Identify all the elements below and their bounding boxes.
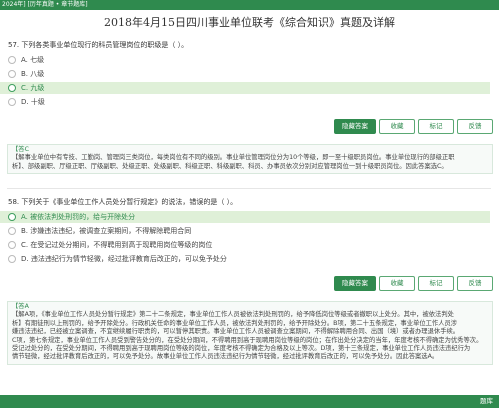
option-label: A. 被依法判处刑罚的，给与开除处分 bbox=[21, 213, 136, 221]
explanation-line: 情节轻微，经过批评教育后改正的，可以免予处分。故事业单位工作人员违法违纪行为情节… bbox=[12, 353, 439, 361]
explanation-line: 【解事业单位中有专技、工勤岗、管理岗三类岗位，每类岗位有不同的级别。事业单位管理… bbox=[12, 154, 455, 162]
explanation-line: 析】、部级副职、厅级正职、厅级副职、处级正职、处级副职、科级正职、科级副职、科员… bbox=[12, 162, 448, 170]
option-label: C. 在受记过处分期间，不得聘用到高于现聘用岗位等级的岗位 bbox=[21, 241, 213, 249]
option-label: C. 九级 bbox=[21, 84, 45, 92]
radio-icon[interactable] bbox=[8, 56, 16, 64]
answer-tag: 【答A bbox=[12, 303, 29, 310]
divider bbox=[7, 188, 491, 189]
breadcrumb: 2024年] [历年真题 • 章节题库] bbox=[2, 1, 88, 8]
mark-button[interactable]: 标记 bbox=[418, 119, 454, 134]
radio-icon[interactable] bbox=[8, 255, 16, 263]
explanation-line: 析】有期徒刑以上刑罚的，给予开除处分。行政机关任命的事业单位工作人员，被依法判处… bbox=[12, 319, 458, 327]
favorite-button[interactable]: 收藏 bbox=[379, 276, 415, 291]
option-d[interactable]: D. 违法违纪行为情节轻微，经过批评教育后改正的，可以免予处分 bbox=[0, 253, 490, 265]
explanation-line: 嫌违法违纪，已经被立案调查，不宜继续履行职责的，可以暂停其职责。事业单位工作人员… bbox=[12, 328, 460, 336]
question-toolbar: 隐藏答案 收藏 标记 反馈 bbox=[0, 119, 499, 134]
explanation-line: 【解A项，《事业单位工作人员处分暂行规定》第二十二条规定，事业单位工作人员被依法… bbox=[12, 311, 454, 319]
option-a[interactable]: A. 七级 bbox=[0, 54, 490, 66]
hide-answer-button[interactable]: 隐藏答案 bbox=[334, 119, 376, 134]
bottom-bar: 题库 bbox=[0, 395, 499, 408]
mark-button[interactable]: 标记 bbox=[418, 276, 454, 291]
explanation-line: C项，第七条规定，事业单位工作人员受到警告处分的，在受处分期间，不得聘用到高于现… bbox=[12, 336, 483, 344]
feedback-button[interactable]: 反馈 bbox=[457, 276, 493, 291]
radio-icon[interactable] bbox=[8, 70, 16, 78]
top-bar: 2024年] [历年真题 • 章节题库] bbox=[0, 0, 499, 10]
option-c[interactable]: C. 在受记过处分期间，不得聘用到高于现聘用岗位等级的岗位 bbox=[0, 239, 490, 251]
option-label: B. 涉嫌违法违纪，被调查立案期间，不得解除聘用合同 bbox=[21, 227, 192, 235]
answer-panel: 【答A 【解A项，《事业单位工作人员处分暂行规定》第二十二条规定，事业单位工作人… bbox=[7, 301, 493, 365]
answer-tag: 【答C bbox=[12, 146, 29, 153]
option-label: A. 七级 bbox=[21, 56, 45, 64]
answer-panel: 【答C 【解事业单位中有专技、工勤岗、管理岗三类岗位，每类岗位有不同的级别。事业… bbox=[7, 144, 493, 175]
option-b[interactable]: B. 八级 bbox=[0, 68, 490, 80]
option-label: B. 八级 bbox=[21, 70, 45, 78]
question-toolbar: 隐藏答案 收藏 标记 反馈 bbox=[0, 276, 499, 291]
option-b[interactable]: B. 涉嫌违法违纪，被调查立案期间，不得解除聘用合同 bbox=[0, 225, 490, 237]
radio-icon[interactable] bbox=[8, 227, 16, 235]
question-text: 58. 下列关于《事业单位工作人员处分暂行规定》的说法，错误的是（ ）。 bbox=[8, 198, 238, 206]
option-label: D. 违法违纪行为情节轻微，经过批评教育后改正的，可以免予处分 bbox=[21, 255, 227, 263]
feedback-button[interactable]: 反馈 bbox=[457, 119, 493, 134]
favorite-button[interactable]: 收藏 bbox=[379, 119, 415, 134]
option-d[interactable]: D. 十级 bbox=[0, 96, 490, 108]
option-label: D. 十级 bbox=[21, 98, 45, 106]
radio-icon[interactable] bbox=[8, 98, 16, 106]
question-text: 57. 下列各类事业单位现行的科员管理岗位的职级是（ ）。 bbox=[8, 41, 189, 49]
footer-brand: 题库 bbox=[480, 397, 493, 405]
radio-icon[interactable] bbox=[8, 213, 16, 221]
radio-icon[interactable] bbox=[8, 241, 16, 249]
hide-answer-button[interactable]: 隐藏答案 bbox=[334, 276, 376, 291]
page-title: 2018年4月15日四川事业单位联考《综合知识》真题及详解 bbox=[104, 16, 395, 29]
radio-icon[interactable] bbox=[8, 84, 16, 92]
option-c-selected[interactable]: C. 九级 bbox=[0, 82, 490, 94]
option-a-selected[interactable]: A. 被依法判处刑罚的，给与开除处分 bbox=[0, 211, 490, 223]
